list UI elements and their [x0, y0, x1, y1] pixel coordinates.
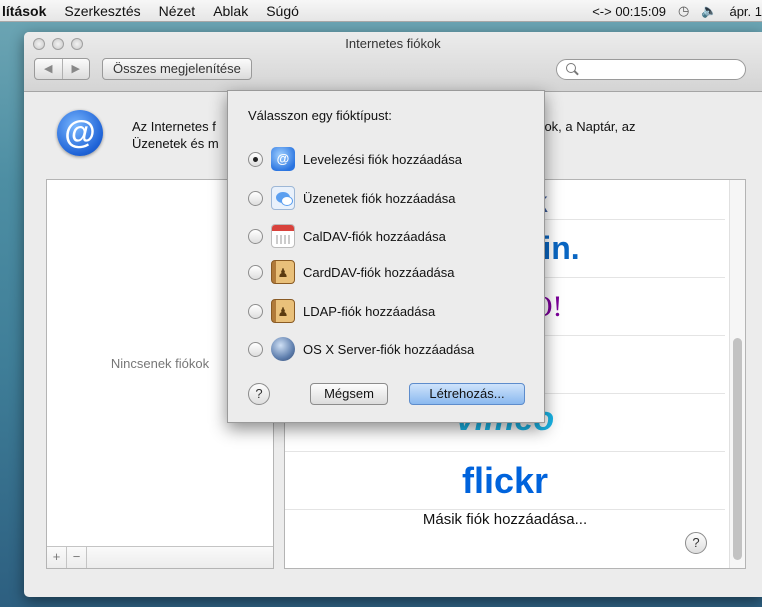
forward-button[interactable]: ▶ — [61, 59, 90, 79]
menu-bar: lítások Szerkesztés Nézet Ablak Súgó <->… — [0, 0, 762, 22]
time-machine-icon[interactable]: ◷ — [678, 3, 689, 19]
messages-icon — [271, 186, 295, 210]
option-messages[interactable]: Üzenetek fiók hozzáadása — [248, 185, 455, 211]
menu-help[interactable]: Súgó — [257, 3, 308, 19]
add-account-button[interactable]: + — [47, 547, 67, 568]
radio-ldap[interactable] — [248, 303, 263, 319]
option-osx-server-label: OS X Server-fiók hozzáadása — [303, 341, 475, 357]
scrollbar-thumb[interactable] — [733, 338, 742, 560]
radio-carddav[interactable] — [248, 264, 263, 280]
option-carddav[interactable]: ♟ CardDAV-fiók hozzáadása — [248, 259, 455, 285]
back-forward-buttons: ◀ ▶ — [34, 58, 90, 80]
back-button[interactable]: ◀ — [35, 59, 62, 79]
menu-edit[interactable]: Szerkesztés — [55, 3, 149, 19]
calendar-icon — [271, 224, 295, 248]
option-ldap[interactable]: ♟ LDAP-fiók hozzáadása — [248, 298, 435, 324]
search-icon — [566, 63, 576, 73]
internet-accounts-icon: @ — [57, 110, 103, 156]
list-toolbar: + − — [47, 546, 273, 568]
add-other-account-button[interactable]: Másik fiók hozzáadása... — [285, 511, 725, 528]
option-mail[interactable]: @ Levelezési fiók hozzáadása — [248, 146, 462, 172]
server-icon — [271, 337, 295, 361]
create-button[interactable]: Létrehozás... — [409, 383, 525, 405]
volume-icon[interactable]: 🔈 — [701, 3, 717, 19]
option-caldav[interactable]: CalDAV-fiók hozzáadása — [248, 223, 446, 249]
sheet-prompt: Válasszon egy fióktípust: — [248, 108, 392, 123]
option-ldap-label: LDAP-fiók hozzáadása — [303, 303, 436, 319]
description-line1-end: tok, a Naptár, az — [540, 119, 636, 134]
contacts-icon: ♟ — [271, 299, 295, 323]
option-messages-label: Üzenetek fiók hozzáadása — [303, 190, 456, 206]
description-line2-start: Üzenetek és m — [132, 136, 219, 151]
help-button[interactable]: ? — [685, 532, 707, 554]
radio-mail[interactable] — [248, 151, 263, 167]
option-caldav-label: CalDAV-fiók hozzáadása — [303, 228, 446, 244]
menu-window[interactable]: Ablak — [204, 3, 257, 19]
description-line1-start: Az Internetes f — [132, 119, 216, 134]
title-bar: Internetes fiókok ◀ ▶ Összes megjeleníté… — [24, 32, 762, 92]
window-title: Internetes fiókok — [345, 36, 441, 51]
option-osx-server[interactable]: OS X Server-fiók hozzáadása — [248, 336, 474, 362]
menu-extras: <-> 00:15:09 ◷ 🔈 ápr. 1 — [592, 0, 762, 22]
radio-caldav[interactable] — [248, 228, 263, 244]
mail-icon: @ — [271, 147, 295, 171]
menu-view[interactable]: Nézet — [150, 3, 205, 19]
option-mail-label: Levelezési fiók hozzáadása — [303, 151, 462, 167]
provider-flickr[interactable]: flickr — [285, 452, 725, 510]
option-carddav-label: CardDAV-fiók hozzáadása — [303, 264, 455, 280]
sheet-help-button[interactable]: ? — [248, 383, 270, 405]
search-input[interactable] — [556, 59, 746, 80]
remove-account-button[interactable]: − — [67, 547, 87, 568]
menu-app[interactable]: lítások — [0, 3, 55, 19]
show-all-button[interactable]: Összes megjelenítése — [102, 58, 252, 80]
cancel-button[interactable]: Mégsem — [310, 383, 388, 405]
clock-text[interactable]: <-> 00:15:09 — [592, 4, 666, 19]
radio-messages[interactable] — [248, 190, 263, 206]
contacts-icon: ♟ — [271, 260, 295, 284]
account-type-sheet: Válasszon egy fióktípust: @ Levelezési f… — [227, 90, 545, 423]
radio-osx-server[interactable] — [248, 341, 263, 357]
flickr-logo: flickr — [461, 460, 549, 501]
date-text[interactable]: ápr. 1 — [729, 4, 762, 19]
